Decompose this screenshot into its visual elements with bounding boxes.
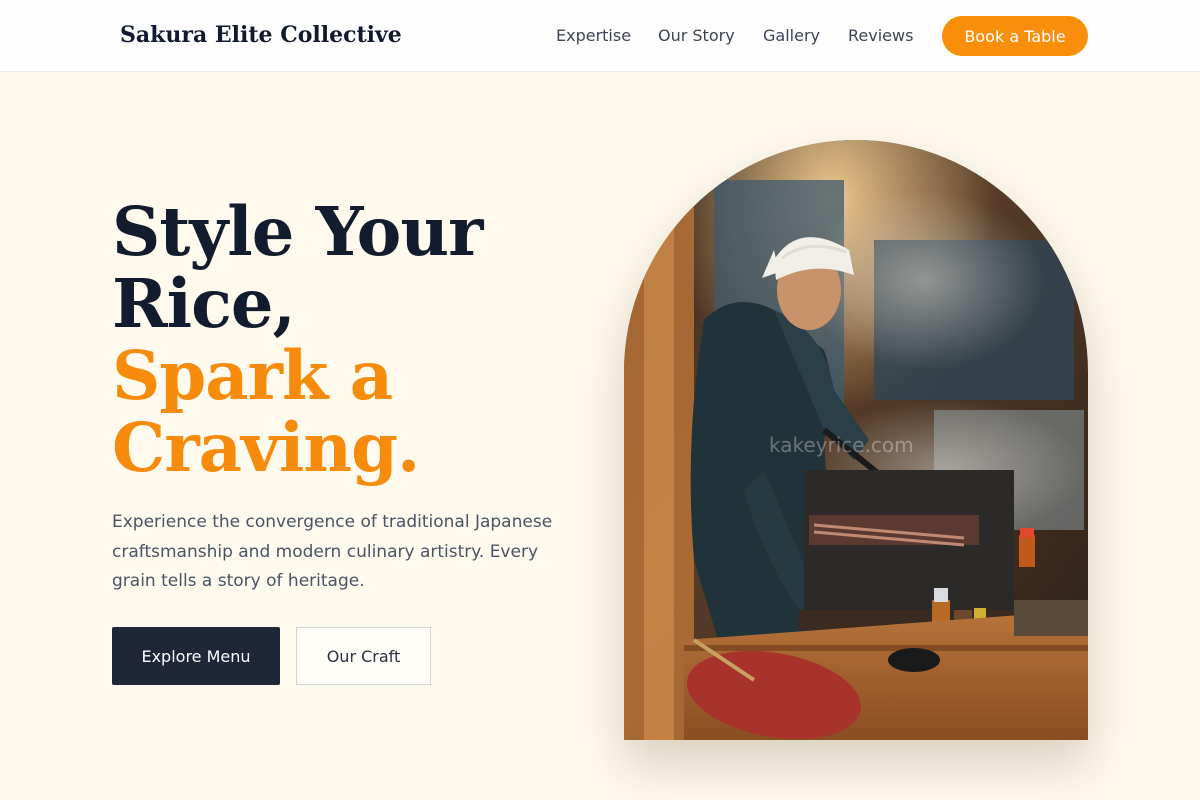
headline-accent-line-2: Craving. (112, 408, 420, 487)
nav-link-gallery[interactable]: Gallery (763, 26, 820, 45)
nav-link-expertise[interactable]: Expertise (556, 26, 631, 45)
book-table-button[interactable]: Book a Table (942, 16, 1088, 56)
image-watermark: kakeyrice.com (769, 433, 914, 457)
brand-logo[interactable]: Sakura Elite Collective (120, 22, 402, 48)
nav-link-our-story[interactable]: Our Story (658, 26, 735, 45)
nav-link-reviews[interactable]: Reviews (848, 26, 913, 45)
headline-accent-line-1: Spark a (112, 336, 393, 415)
explore-menu-button[interactable]: Explore Menu (112, 627, 280, 685)
hero-headline: Style Your Rice, Spark a Craving. (112, 196, 592, 484)
headline-line-1: Style Your (112, 192, 483, 271)
site-header: Sakura Elite Collective Expertise Our St… (0, 0, 1200, 72)
headline-line-2: Rice, (112, 264, 296, 343)
hero-description: Experience the convergence of traditiona… (112, 512, 553, 591)
our-craft-button[interactable]: Our Craft (296, 627, 431, 685)
hero-chef-image: kakeyrice.com (624, 140, 1088, 740)
